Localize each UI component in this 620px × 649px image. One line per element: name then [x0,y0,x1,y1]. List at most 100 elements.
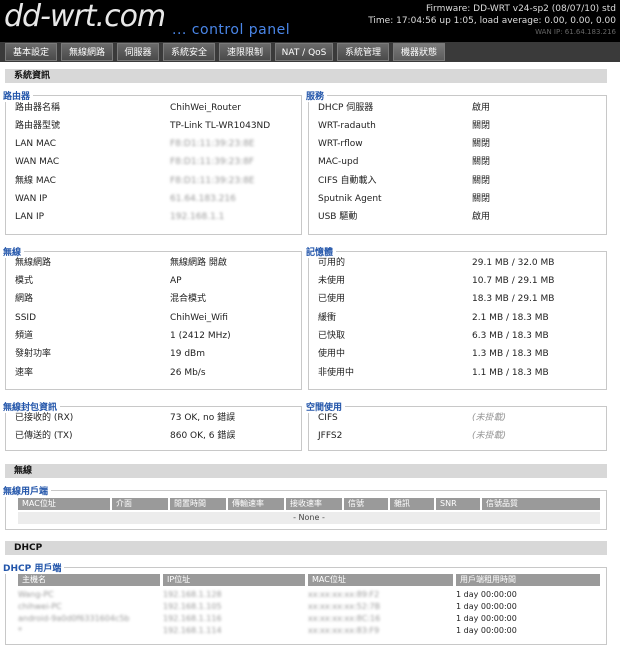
row-value: 混合模式 [170,294,207,304]
row-label: WAN IP [15,194,48,204]
row-label: 發射功率 [15,349,52,359]
col-tx-rate[interactable]: 傳輸速率 [228,498,284,510]
row-value: AP [170,276,182,286]
col-snr[interactable]: SNR [436,498,480,510]
row-label: 頻道 [15,331,34,341]
row-label: USB 驅動 [318,212,358,222]
router-name-value: ChihWei_Router [170,103,241,113]
row-value: 860 OK, 6 錯誤 [170,431,236,441]
row-label: 速率 [15,368,34,378]
row-label: CIFS 自動載入 [318,176,377,186]
row-label: LAN MAC [15,139,57,149]
col-idle-time[interactable]: 閒置時間 [170,498,226,510]
tab-security[interactable]: 系統安全 [163,43,215,61]
dhcp-hostname: android-9a0d0f6331604c5b [18,614,130,623]
row-value: 18.3 MB / 29.1 MB [472,294,555,304]
row-value: 1.1 MB / 18.3 MB [472,368,549,378]
service-status: 啟用 [472,103,491,113]
row-label: DHCP 伺服器 [318,103,374,113]
col-signal[interactable]: 信號 [344,498,388,510]
service-status: 關閉 [472,139,491,149]
dhcp-hostname: * [18,626,22,635]
tab-basic-setup[interactable]: 基本設定 [5,43,57,61]
col-hostname[interactable]: 主機名 [18,574,160,586]
lan-mac-value: F8:D1:11:39:23:8E [170,139,255,149]
row-label: LAN IP [15,212,45,222]
dhcp-mac: xx:xx:xx:xx:8C:16 [308,614,381,623]
tab-nat-qos[interactable]: NAT / QoS [275,43,333,61]
dhcp-section-header: DHCP [5,541,607,555]
tab-access-restrictions[interactable]: 速限限制 [219,43,271,61]
row-label: 已傳送的 (TX) [15,431,73,441]
row-value: 73 OK, no 錯誤 [170,413,236,423]
control-panel-title: ... control panel [172,22,291,38]
header: dd-wrt.com ... control panel Firmware: D… [0,0,620,42]
row-label: 已快取 [318,331,346,341]
row-value: (未掛載) [472,413,507,423]
service-status: 關閉 [472,176,491,186]
wireless-clients-legend: 無線用戶端 [3,484,52,497]
wireless-clients-empty: - None - [18,512,600,524]
uptime-info: Time: 17:04:56 up 1:05, load average: 0.… [368,16,616,26]
row-label: 已接收的 (RX) [15,413,74,423]
wan-ip-info: WAN IP: 61.64.183.216 [535,28,616,36]
service-status: 啟用 [472,212,491,222]
col-noise[interactable]: 雜訊 [390,498,434,510]
col-mac[interactable]: MAC位址 [308,574,453,586]
ddwrt-logo[interactable]: dd-wrt.com [4,0,166,34]
firmware-info: Firmware: DD-WRT v24-sp2 (08/07/10) std [426,4,616,14]
wireless-mac-value: F8:D1:11:39:23:8E [170,176,255,186]
tab-wireless[interactable]: 無線網路 [61,43,113,61]
service-status: 關閉 [472,157,491,167]
dhcp-lease: 1 day 00:00:00 [456,590,517,599]
row-value: 6.3 MB / 18.3 MB [472,331,549,341]
system-info-header: 系統資訊 [5,69,607,83]
row-value: 無線網路 開啟 [170,258,227,268]
col-signal-quality[interactable]: 信號品質 [482,498,600,510]
dhcp-mac: xx:xx:xx:xx:89:F2 [308,590,380,599]
service-status: 關閉 [472,121,491,131]
col-ip[interactable]: IP位址 [163,574,305,586]
row-label: 路由器名稱 [15,103,61,113]
dhcp-hostname: chihwei-PC [18,602,62,611]
row-value: 19 dBm [170,349,205,359]
space-panel [308,406,607,451]
dhcp-lease: 1 day 00:00:00 [456,614,517,623]
dhcp-mac: xx:xx:xx:xx:83:F9 [308,626,380,635]
table-row: Wang-PC 192.168.1.128 xx:xx:xx:xx:89:F2 … [18,589,600,600]
col-mac[interactable]: MAC位址 [18,498,110,510]
row-label: SSID [15,313,37,323]
dhcp-clients-legend: DHCP 用戶端 [3,561,65,574]
dhcp-ip: 192.168.1.105 [163,602,222,611]
wireless-section-header: 無線 [5,464,607,478]
dhcp-mac: xx:xx:xx:xx:52:7B [308,602,381,611]
tab-status[interactable]: 機器狀態 [393,43,445,61]
dhcp-clients-header: 主機名 IP位址 MAC位址 用戶端租用時間 [18,574,600,586]
row-label: 網路 [15,294,34,304]
table-row: * 192.168.1.114 xx:xx:xx:xx:83:F9 1 day … [18,625,600,636]
row-label: CIFS [318,413,338,423]
row-label: 未使用 [318,276,346,286]
row-value: 1.3 MB / 18.3 MB [472,349,549,359]
col-lease[interactable]: 用戶端租用時間 [456,574,600,586]
table-row: android-9a0d0f6331604c5b 192.168.1.116 x… [18,613,600,624]
row-label: WRT-rflow [318,139,363,149]
col-interface[interactable]: 介面 [112,498,168,510]
row-label: Sputnik Agent [318,194,382,204]
dhcp-lease: 1 day 00:00:00 [456,602,517,611]
wireless-clients-header: MAC位址 介面 閒置時間 傳輸速率 接收速率 信號 雜訊 SNR 信號品質 [18,498,600,510]
dhcp-hostname: Wang-PC [18,590,54,599]
dhcp-ip: 192.168.1.116 [163,614,222,623]
row-label: 非使用中 [318,368,355,378]
row-label: 無線 MAC [15,176,56,186]
row-value: 2.1 MB / 18.3 MB [472,313,549,323]
dhcp-ip: 192.168.1.128 [163,590,222,599]
row-value: 26 Mb/s [170,368,206,378]
main-nav: 基本設定 無線網路 伺服器 系統安全 速限限制 NAT / QoS 系統管理 機… [0,42,620,62]
row-value: (未掛載) [472,431,507,441]
tab-administration[interactable]: 系統管理 [337,43,389,61]
row-value: 1 (2412 MHz) [170,331,231,341]
tab-services[interactable]: 伺服器 [117,43,159,61]
service-status: 關閉 [472,194,491,204]
col-rx-rate[interactable]: 接收速率 [286,498,342,510]
